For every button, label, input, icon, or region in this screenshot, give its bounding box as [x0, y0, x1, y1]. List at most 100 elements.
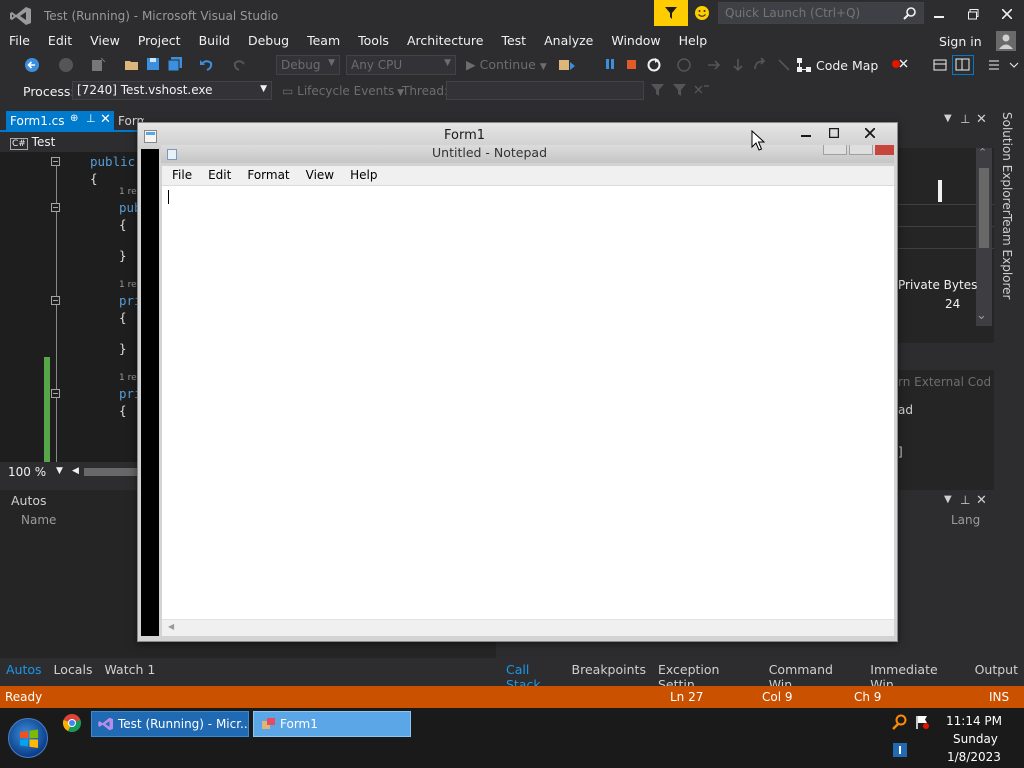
- open-folder-icon[interactable]: [124, 57, 140, 73]
- menu-file[interactable]: File: [0, 30, 39, 52]
- notepad-horizontal-scrollbar[interactable]: ◀: [162, 619, 894, 636]
- tab-autos[interactable]: Autos: [0, 660, 48, 680]
- panel-menu-icon[interactable]: ▼: [944, 494, 952, 505]
- menu-window[interactable]: Window: [602, 30, 669, 52]
- search-icon[interactable]: [903, 6, 917, 20]
- tab-team-explorer[interactable]: Team Explorer: [1000, 214, 1014, 300]
- lifecycle-events-dropdown[interactable]: ▭ Lifecycle Events ▼: [282, 84, 404, 98]
- account-avatar[interactable]: [996, 31, 1016, 51]
- collapse-toggle[interactable]: [51, 389, 60, 398]
- collapse-toggle[interactable]: [51, 203, 60, 212]
- menu-analyze[interactable]: Analyze: [535, 30, 602, 52]
- stop-debugging-icon[interactable]: [626, 57, 638, 71]
- collapse-toggle[interactable]: [51, 296, 60, 305]
- notepad-maximize-button[interactable]: [849, 145, 873, 155]
- save-icon[interactable]: [146, 57, 160, 71]
- flag-threads-icon[interactable]: [694, 83, 710, 97]
- horizontal-scrollbar[interactable]: [84, 468, 144, 476]
- new-project-icon[interactable]: [90, 57, 106, 73]
- panel-close-icon[interactable]: ✕: [976, 112, 987, 127]
- menu-help[interactable]: Help: [670, 30, 717, 52]
- clock-time[interactable]: 11:14 PM: [946, 714, 1002, 728]
- filter-icon[interactable]: [650, 83, 666, 97]
- clock-day[interactable]: Sunday: [953, 732, 998, 746]
- filter-clear-icon[interactable]: [672, 83, 688, 97]
- scroll-left-icon[interactable]: ◀: [72, 466, 79, 476]
- clock-date[interactable]: 1/8/2023: [947, 750, 1001, 764]
- back-navigate-icon[interactable]: [24, 57, 40, 73]
- tab-locals[interactable]: Locals: [48, 660, 99, 680]
- notepad-menu-edit[interactable]: Edit: [198, 166, 237, 185]
- panel-pin-icon[interactable]: ⊥: [960, 493, 970, 507]
- tab-solution-explorer[interactable]: Solution Explorer: [1000, 112, 1014, 215]
- solution-config-dropdown[interactable]: Debug ▼: [276, 55, 340, 75]
- menu-team[interactable]: Team: [298, 30, 349, 52]
- notepad-close-button[interactable]: [875, 145, 894, 155]
- tab-output[interactable]: Output: [969, 660, 1024, 680]
- notepad-minimize-button[interactable]: [823, 145, 847, 155]
- layout-left-icon[interactable]: [932, 57, 948, 73]
- form1-app-icon[interactable]: [144, 130, 157, 143]
- menu-project[interactable]: Project: [129, 30, 190, 52]
- tab-command-window[interactable]: Command Win...: [763, 660, 865, 692]
- tab-form1-cs[interactable]: Form1.cs ⊕ ⊥ ✕: [6, 111, 114, 132]
- restart-icon[interactable]: [646, 57, 662, 73]
- menu-tools[interactable]: Tools: [349, 30, 398, 52]
- panel-close-icon[interactable]: ✕: [976, 493, 987, 508]
- notepad-menu-help[interactable]: Help: [340, 166, 383, 185]
- language-column-header[interactable]: Lang: [951, 513, 980, 527]
- panel-pin-icon[interactable]: ⊥: [960, 112, 970, 126]
- call-stack-frame-text[interactable]: ad: [898, 403, 913, 417]
- tab-breakpoints[interactable]: Breakpoints: [566, 660, 652, 680]
- layout-toggle-icon[interactable]: [952, 55, 974, 75]
- minimize-button[interactable]: [924, 4, 954, 24]
- quick-launch-input[interactable]: [719, 3, 923, 23]
- autos-name-column-header[interactable]: Name: [21, 513, 56, 527]
- menu-edit[interactable]: Edit: [39, 30, 81, 52]
- restore-button[interactable]: [958, 4, 988, 24]
- navigation-bar[interactable]: C# Test: [0, 133, 145, 151]
- tab-call-stack[interactable]: Call Stack: [500, 660, 566, 692]
- code-lens-references[interactable]: 1 re: [119, 187, 137, 197]
- step-out-icon[interactable]: [752, 57, 768, 73]
- show-next-statement-icon[interactable]: [676, 57, 692, 73]
- chrome-taskbar-icon[interactable]: [62, 713, 82, 733]
- action-center-flag-icon[interactable]: [914, 714, 930, 730]
- call-stack-frame-text[interactable]: ]: [898, 445, 903, 459]
- hex-display-icon[interactable]: [776, 57, 792, 73]
- tab-watch-1[interactable]: Watch 1: [98, 660, 161, 680]
- taskbar-item-form1[interactable]: Form1: [253, 711, 411, 737]
- notepad-menu-view[interactable]: View: [296, 166, 340, 185]
- quick-launch-box[interactable]: [718, 2, 924, 24]
- notepad-text-area[interactable]: [162, 186, 894, 619]
- form1-maximize-button[interactable]: [821, 124, 847, 142]
- menu-test[interactable]: Test: [492, 30, 535, 52]
- step-into-icon[interactable]: [558, 57, 576, 73]
- step-over-icon[interactable]: [706, 57, 722, 73]
- save-all-icon[interactable]: [168, 57, 184, 71]
- forward-navigate-icon[interactable]: [58, 57, 74, 73]
- tab-exception-settings[interactable]: Exception Settin...: [652, 660, 763, 692]
- toolbar-list-icon[interactable]: [986, 57, 1002, 73]
- language-bar-icon[interactable]: [892, 742, 908, 758]
- menu-debug[interactable]: Debug: [239, 30, 298, 52]
- toolbar-overflow-icon[interactable]: [1008, 57, 1020, 73]
- menu-architecture[interactable]: Architecture: [398, 30, 493, 52]
- sign-in-link[interactable]: Sign in: [939, 34, 982, 49]
- code-editor[interactable]: public { 1 re pub { } 1 re pri { } 1 re …: [0, 152, 145, 462]
- zoom-level-dropdown[interactable]: 100 % ▼ ◀: [0, 463, 145, 481]
- platform-dropdown[interactable]: Any CPU ▼: [346, 55, 456, 75]
- process-dropdown[interactable]: [7240] Test.vshost.exe ▼: [72, 81, 272, 100]
- notepad-menu-format[interactable]: Format: [237, 166, 295, 185]
- scroll-up-icon[interactable]: ⌃: [978, 146, 987, 159]
- scroll-down-icon[interactable]: ⌄: [976, 308, 987, 323]
- notification-flag-button[interactable]: [654, 0, 688, 26]
- tab-immediate-window[interactable]: Immediate Win...: [864, 660, 968, 692]
- diag-vertical-scrollbar[interactable]: [976, 148, 992, 326]
- menu-build[interactable]: Build: [190, 30, 239, 52]
- undo-icon[interactable]: [198, 57, 214, 73]
- break-all-pause-icon[interactable]: [604, 57, 616, 71]
- notepad-menu-file[interactable]: File: [162, 166, 198, 185]
- redo-icon[interactable]: [232, 57, 248, 73]
- pin-icon[interactable]: ⊕: [70, 113, 78, 124]
